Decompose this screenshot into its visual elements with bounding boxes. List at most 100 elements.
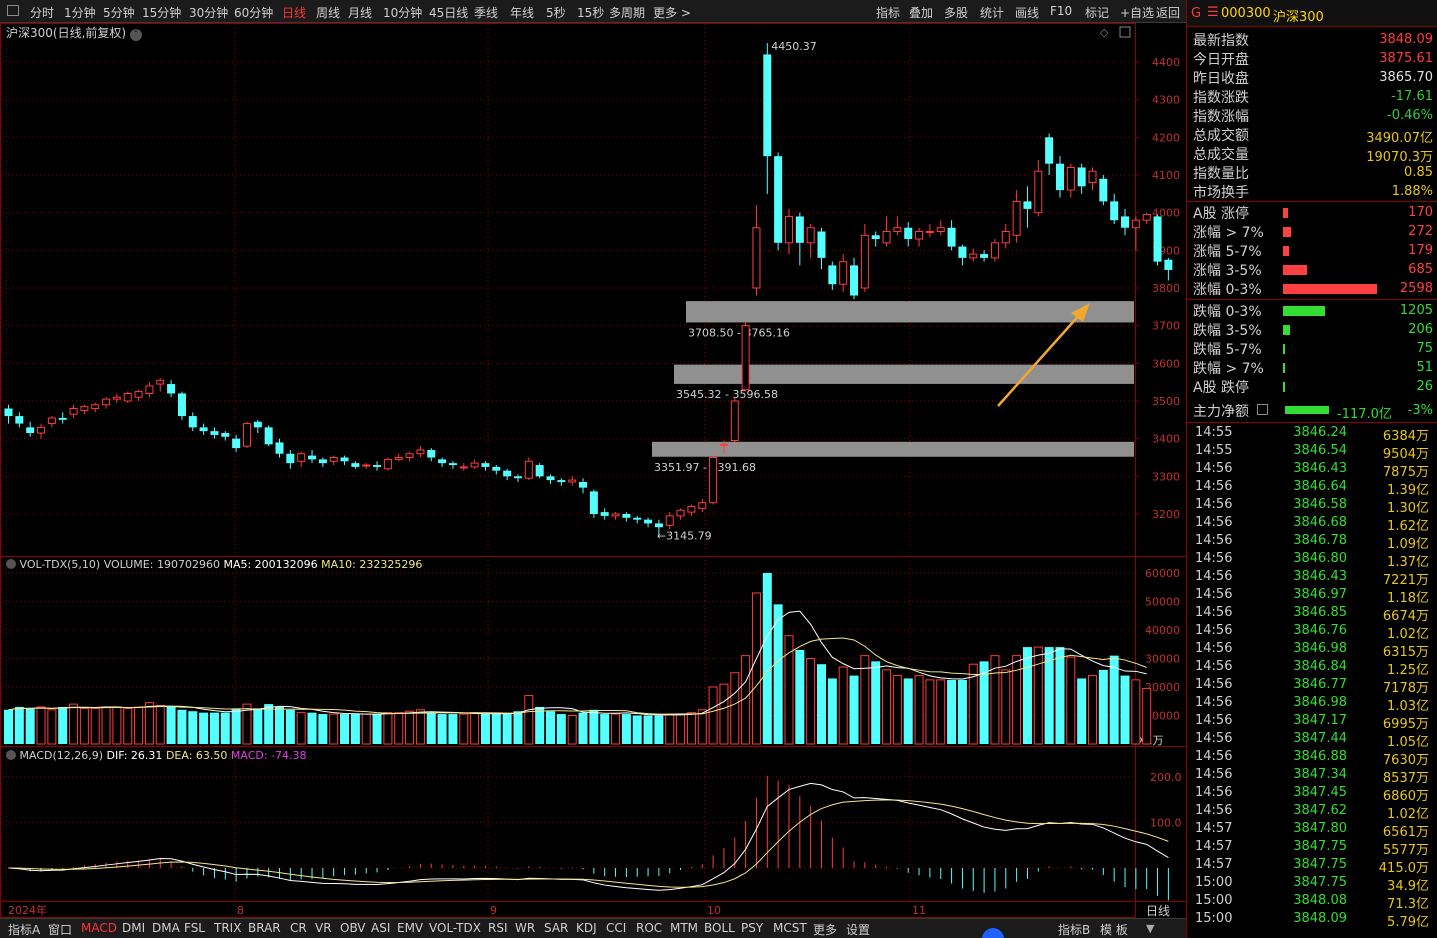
indicator-tab[interactable]: BRAR	[248, 921, 281, 935]
volume-bar	[275, 706, 284, 744]
quote-row: 指数涨跌 -17.61	[1193, 87, 1433, 106]
indicator-tab[interactable]: 窗口	[48, 921, 72, 938]
indicator-tab[interactable]: CCI	[606, 921, 626, 935]
indicator-tab[interactable]: 设置	[846, 921, 870, 938]
indicator-tab[interactable]: BOLL	[704, 921, 735, 935]
macd-settings-icon[interactable]	[6, 750, 16, 760]
security-code: 000300	[1221, 6, 1271, 21]
price-axis-label: 3800	[1152, 282, 1180, 295]
indicator-tab[interactable]: EMV	[397, 921, 423, 935]
volume-bar	[914, 675, 924, 745]
diamond-icon[interactable]: ◇	[1100, 26, 1109, 39]
maximize-icon[interactable]	[1119, 26, 1131, 38]
macd-indicator-name[interactable]: MACD(12,26,9)	[20, 749, 104, 762]
indicator-tab[interactable]: 更多	[813, 921, 837, 938]
breadth-label: 跌幅 3-5%	[1193, 323, 1262, 339]
indicator-tab[interactable]: ROC	[636, 921, 662, 935]
breadth-row: 跌幅 5-7% 75	[1193, 339, 1433, 358]
breadth-value: 2598	[1399, 281, 1433, 296]
indicator-tab[interactable]: VR	[315, 921, 332, 935]
tick-time: 14:56	[1195, 749, 1233, 764]
volume-indicator-name[interactable]: VOL-TDX(5,10)	[20, 558, 101, 571]
candle	[351, 461, 360, 469]
indicator-tab[interactable]: TRIX	[214, 921, 241, 935]
volume-bar	[307, 712, 317, 744]
quote-row: 指数量比 0.85	[1193, 163, 1433, 182]
menu-icon[interactable]: ☰	[1207, 5, 1219, 20]
indicator-tab[interactable]: SAR	[544, 921, 568, 935]
volume-settings-icon[interactable]	[6, 559, 16, 569]
volume-bar	[101, 706, 111, 745]
candle	[1153, 214, 1162, 266]
quote-label: 昨日收盘	[1193, 71, 1249, 87]
period-label: 日线	[1146, 904, 1170, 918]
tick-price: 3846.43	[1293, 461, 1347, 476]
volume-bar	[448, 714, 458, 744]
gap-band-label: 3545.32 - 3596.58	[676, 388, 778, 401]
gap-band-label: 3351.97 - 3391.68	[654, 461, 756, 474]
indicator-tab[interactable]: RSI	[488, 921, 508, 935]
volume-bar	[25, 708, 35, 744]
quote-label: 指数量比	[1193, 166, 1249, 182]
net-flow-label: 主力净额	[1193, 404, 1249, 420]
indicator-tab[interactable]: ASI	[371, 921, 390, 935]
indicator-tab[interactable]: OBV	[340, 921, 366, 935]
indicator-tab[interactable]: DMI	[122, 921, 145, 935]
candle	[297, 451, 306, 467]
candle	[427, 448, 436, 462]
indicator-tab[interactable]: MCST	[773, 921, 807, 935]
indicator-tab[interactable]: VOL-TDX	[429, 921, 481, 935]
candle	[156, 378, 165, 392]
breadth-row: 涨幅 0-3% 2598	[1193, 279, 1433, 298]
candle	[1164, 257, 1173, 281]
volume-bar	[556, 714, 566, 744]
candle	[438, 457, 447, 467]
breadth-label: 涨幅 5-7%	[1193, 244, 1262, 260]
indicator-tab[interactable]: PSY	[741, 921, 763, 935]
candle	[112, 393, 121, 403]
time-axis-label: 11	[912, 904, 926, 917]
candle	[329, 455, 338, 466]
tick-price: 3846.54	[1293, 443, 1347, 458]
scroll-indicator-icon[interactable]	[982, 928, 1004, 938]
tick-price: 3847.75	[1293, 875, 1347, 890]
breadth-row: 跌幅 > 7% 51	[1193, 358, 1433, 377]
volume-bar	[47, 709, 57, 745]
indicator-tab[interactable]: CR	[290, 921, 307, 935]
indicator-tab[interactable]: FSL	[184, 921, 205, 935]
volume-bar	[394, 712, 404, 745]
candle	[1012, 190, 1021, 243]
tick-price: 3847.75	[1293, 857, 1347, 872]
template-button[interactable]: 模 板	[1100, 921, 1128, 938]
indicator-tab[interactable]: WR	[515, 921, 535, 935]
indicator-tab[interactable]: 指标A	[8, 921, 40, 938]
macd-indicator-header: MACD(12,26,9) DIF: 26.31 DEA: 63.50 MACD…	[6, 749, 307, 762]
time-axis-label: 10	[707, 904, 721, 917]
volume-bar	[806, 658, 816, 745]
candle	[817, 227, 826, 270]
indicator-tab[interactable]: MACD	[81, 921, 117, 935]
candle	[264, 425, 273, 447]
tick-time: 14:56	[1195, 641, 1233, 656]
tick-row: 14:56 3846.77 7178万	[1187, 676, 1437, 696]
indicator-tab[interactable]: DMA	[152, 921, 180, 935]
candle	[1066, 163, 1075, 198]
volume-bar	[1022, 647, 1032, 744]
indicator-tab[interactable]: MTM	[670, 921, 698, 935]
volume-bar	[372, 714, 382, 744]
quote-label: 指数涨跌	[1193, 90, 1249, 106]
tick-row: 14:57 3847.75 415.0万	[1187, 856, 1437, 876]
indicator-tab[interactable]: KDJ	[576, 921, 597, 935]
volume-bar	[502, 714, 512, 744]
breadth-bar	[1283, 306, 1325, 316]
tick-row: 14:56 3846.78 1.09亿	[1187, 532, 1437, 552]
quote-value: 3865.70	[1379, 70, 1433, 85]
candle	[1045, 133, 1054, 175]
collapse-icon[interactable]: ▼	[1146, 922, 1154, 935]
chart-canvas[interactable]: 4400430042004100400039003800370036003500…	[0, 0, 1186, 918]
tick-price: 3847.62	[1293, 803, 1347, 818]
volume-bar	[860, 655, 870, 745]
indicator-b-button[interactable]: 指标B	[1058, 921, 1090, 938]
list-icon[interactable]	[1257, 404, 1268, 415]
candle	[232, 434, 241, 452]
